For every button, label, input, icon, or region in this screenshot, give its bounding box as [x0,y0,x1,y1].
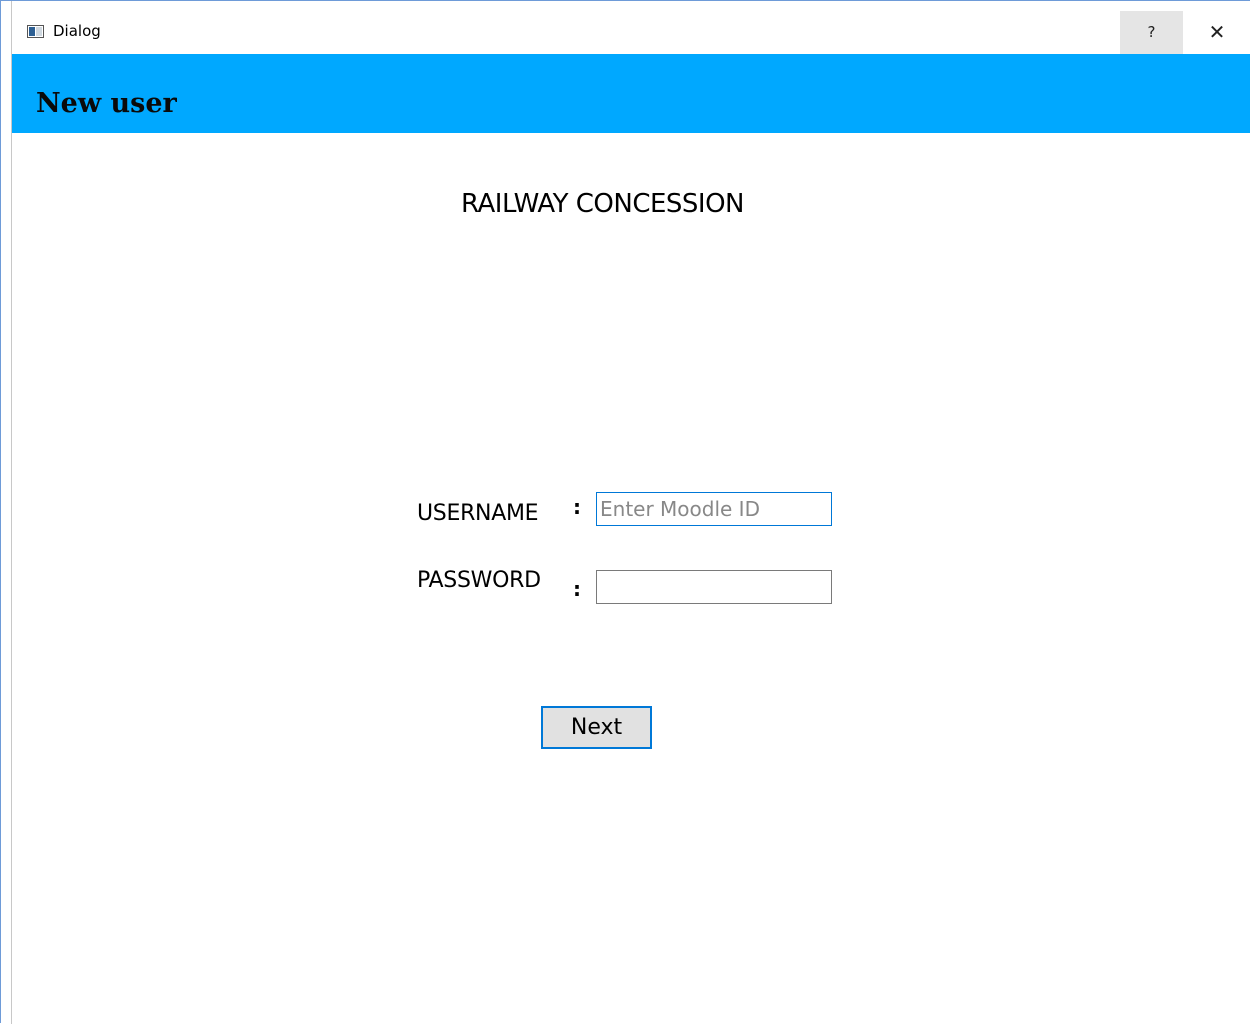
app-window-icon [27,25,44,38]
dialog-window: Dialog ? ✕ New user RAILWAY CONCESSION U… [0,0,1250,1024]
password-input[interactable] [596,570,832,604]
title-bar[interactable]: Dialog ? ✕ [12,11,1250,54]
close-icon[interactable]: ✕ [1187,11,1247,54]
username-colon: : [573,495,581,519]
page-title: RAILWAY CONCESSION [461,189,745,219]
password-label: PASSWORD [417,568,541,593]
username-label: USERNAME [417,501,539,526]
desktop-edge [1,1,12,1024]
help-button[interactable]: ? [1120,11,1183,54]
next-button[interactable]: Next [541,706,652,749]
window-title: Dialog [53,22,101,40]
header-title: New user [36,88,177,119]
password-colon: : [573,577,581,601]
username-input[interactable] [596,492,832,526]
header-banner: New user [12,54,1250,133]
